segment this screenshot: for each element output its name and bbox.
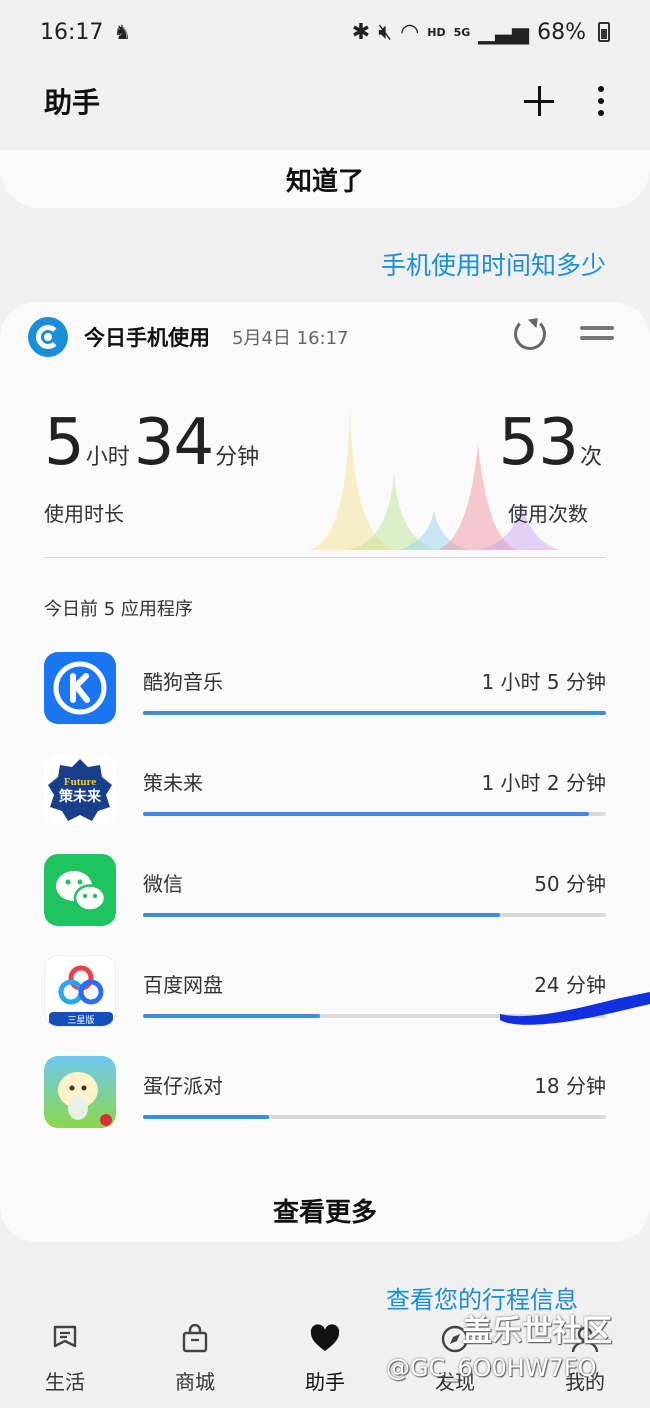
baidu-netdisk-icon: 三星版 — [44, 955, 116, 1027]
app-row-kugou[interactable]: 酷狗音乐 1 小时 5 分钟 — [44, 652, 606, 753]
app-time: 50 分钟 — [534, 872, 606, 896]
page-title: 助手 — [44, 86, 101, 119]
battery-percent: 68% — [537, 19, 586, 45]
more-options-icon[interactable] — [596, 86, 606, 116]
mute-icon: 🔇︎ — [378, 19, 393, 45]
kugou-icon — [44, 652, 116, 724]
digital-wellbeing-icon — [28, 317, 68, 357]
app-name: 策未来 — [143, 771, 203, 795]
status-bar: 16:17 ♞ ✱ 🔇︎ ◠ HD 5G ▁▃▅ 68% — [0, 0, 650, 64]
unlocks-value: 53 — [498, 406, 579, 480]
bluetooth-icon: ✱ — [351, 19, 371, 45]
tip-card: 知道了 — [0, 150, 650, 208]
battery-icon — [598, 22, 610, 42]
app-time: 18 分钟 — [534, 1074, 606, 1098]
card-date: 5月4日 16:17 — [232, 328, 349, 349]
app-time: 1 小时 2 分钟 — [481, 771, 606, 795]
usage-bar — [143, 1115, 606, 1119]
app-row-future[interactable]: Future 策未来 策未来 1 小时 2 分钟 — [44, 753, 606, 854]
refresh-icon[interactable] — [514, 318, 546, 350]
got-it-button[interactable]: 知道了 — [286, 161, 364, 198]
nav-item-shop[interactable]: 商城 — [130, 1312, 260, 1408]
usage-bar-fill — [143, 913, 501, 917]
status-time: 16:17 — [40, 19, 104, 45]
usage-bar — [143, 913, 606, 917]
life-icon — [53, 1325, 77, 1348]
notification-icon: ♞ — [113, 20, 132, 44]
watermark-site: 盖乐世社区 — [462, 1314, 612, 1349]
nav-label: 商城 — [175, 1370, 215, 1394]
app-bar: 助手 — [0, 64, 650, 138]
divider — [44, 557, 606, 558]
phone-usage-card: 今日手机使用 5月4日 16:17 5小时34分钟 使用时长 53次 使用次数 … — [0, 302, 650, 1242]
5g-badge: 5G — [453, 25, 471, 39]
unlocks-unit: 次 — [579, 445, 602, 470]
drag-handle-icon[interactable] — [580, 326, 614, 342]
usage-bar — [143, 711, 606, 715]
usage-info-link[interactable]: 手机使用时间知多少 — [381, 246, 606, 282]
card-title: 今日手机使用 — [84, 326, 210, 350]
minutes-unit: 分钟 — [215, 445, 260, 470]
top-apps-label: 今日前 5 应用程序 — [44, 599, 193, 620]
usage-bar — [143, 812, 606, 816]
duration-label: 使用时长 — [44, 502, 124, 526]
nav-label: 助手 — [305, 1370, 345, 1394]
usage-bar-fill — [143, 1014, 320, 1018]
add-icon[interactable] — [524, 86, 554, 116]
heart-icon — [310, 1324, 340, 1351]
app-time: 1 小时 5 分钟 — [481, 670, 606, 694]
usage-stats: 5小时34分钟 使用时长 53次 使用次数 — [44, 394, 606, 564]
usage-bar-fill — [143, 812, 589, 816]
app-name: 微信 — [143, 872, 183, 896]
hours-value: 5 — [44, 406, 85, 480]
hd-badge: HD — [427, 25, 446, 39]
unlock-count: 53次 — [499, 406, 606, 480]
status-icons: ✱ 🔇︎ ◠ HD 5G ▁▃▅ 68% — [352, 20, 610, 45]
app-name: 蛋仔派对 — [143, 1074, 223, 1098]
app-name: 百度网盘 — [143, 973, 223, 997]
wechat-icon — [44, 854, 116, 926]
see-more-button[interactable]: 查看更多 — [0, 1192, 650, 1229]
screen-time: 5小时34分钟 — [44, 406, 263, 480]
usage-bar-fill — [143, 711, 606, 715]
nav-item-life[interactable]: 生活 — [0, 1312, 130, 1408]
wifi-icon: ◠ — [400, 19, 420, 45]
eggy-party-icon — [44, 1056, 116, 1128]
card-header: 今日手机使用 5月4日 16:17 — [28, 314, 622, 360]
redaction-scribble — [500, 992, 650, 1025]
app-row-eggy-party[interactable]: 蛋仔派对 18 分钟 — [44, 1056, 606, 1157]
app-row-wechat[interactable]: 微信 50 分钟 — [44, 854, 606, 955]
app-name: 酷狗音乐 — [143, 670, 223, 694]
top-apps-list: 酷狗音乐 1 小时 5 分钟 Future 策未来 策未来 1 小时 2 分钟 — [44, 652, 606, 1157]
hours-unit: 小时 — [85, 445, 130, 470]
minutes-value: 34 — [133, 406, 214, 480]
unlocks-label: 使用次数 — [508, 502, 588, 526]
future-icon-text-top: Future — [64, 776, 96, 788]
nav-item-assistant[interactable]: 助手 — [260, 1312, 390, 1408]
usage-bar-fill — [143, 1115, 269, 1119]
watermark-user: @GC_6O0HW7FQ — [386, 1354, 597, 1382]
baidu-netdisk-icon-badge: 三星版 — [67, 1014, 94, 1026]
future-icon: Future 策未来 — [44, 753, 116, 825]
signal-icon: ▁▃▅ — [478, 19, 530, 45]
future-icon-text-bottom: 策未来 — [58, 788, 102, 805]
nav-label: 生活 — [45, 1370, 85, 1394]
shop-icon — [182, 1324, 208, 1353]
